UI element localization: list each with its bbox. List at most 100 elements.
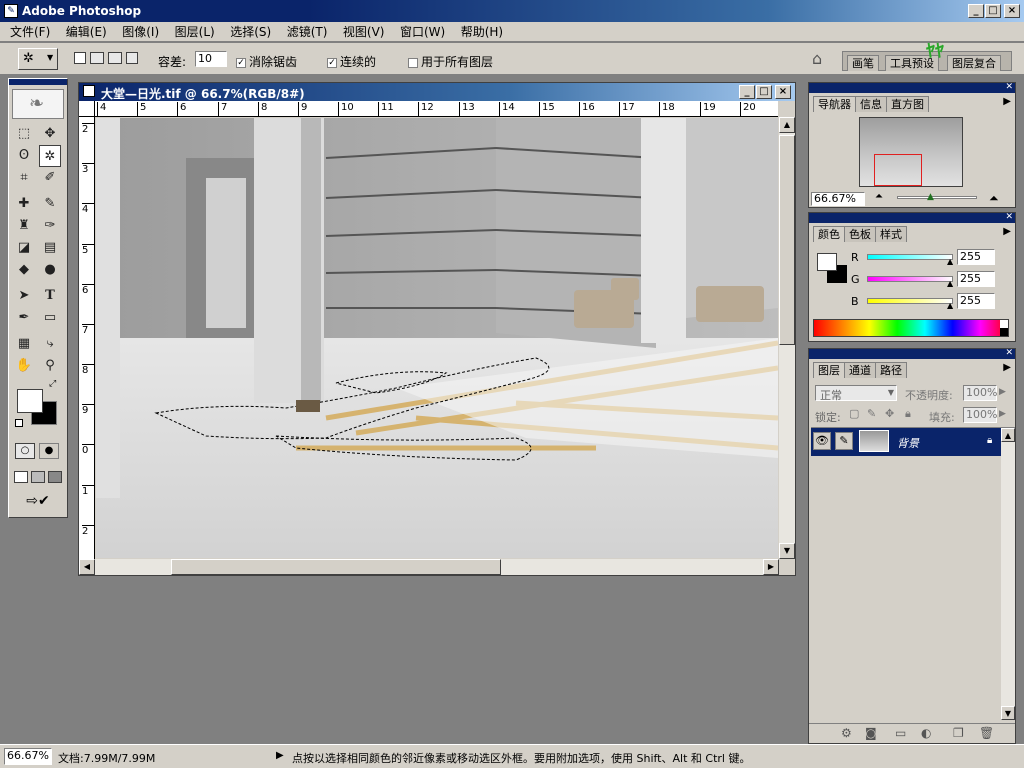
- tab-paths[interactable]: 路径: [875, 362, 907, 378]
- lock-image-icon[interactable]: ✎: [867, 407, 876, 420]
- layer-brush-icon[interactable]: ✎: [835, 432, 853, 450]
- menu-help[interactable]: 帮助(H): [455, 22, 509, 42]
- tab-styles[interactable]: 样式: [875, 226, 907, 242]
- default-colors-icon[interactable]: [15, 419, 23, 427]
- panel-close-icon[interactable]: ✕: [1005, 82, 1013, 92]
- marquee-tool-icon[interactable]: ⬚: [13, 123, 35, 145]
- shape-tool-icon[interactable]: ▭: [39, 307, 61, 329]
- menu-window[interactable]: 窗口(W): [394, 22, 451, 42]
- blend-mode-select[interactable]: 正常 ▼: [815, 385, 897, 402]
- scroll-thumb-vertical[interactable]: [779, 135, 795, 345]
- channel-b-slider[interactable]: [867, 298, 953, 304]
- close-button[interactable]: ×: [1004, 4, 1020, 18]
- hand-tool-icon[interactable]: ✋: [13, 355, 35, 377]
- channel-r-input[interactable]: 255: [957, 249, 995, 265]
- layer-row-background[interactable]: 👁︎ ✎ 背景 🔒︎: [811, 428, 1001, 456]
- healing-brush-icon[interactable]: ✚: [13, 193, 35, 215]
- navigator-zoom-slider[interactable]: [897, 196, 977, 199]
- tab-layers[interactable]: 图层: [813, 362, 845, 378]
- swap-colors-icon[interactable]: ⤢: [49, 379, 56, 389]
- blur-tool-icon[interactable]: ◆: [13, 259, 35, 281]
- channel-g-thumb[interactable]: ▲: [947, 279, 953, 288]
- color-spectrum-bar[interactable]: [813, 319, 1009, 337]
- pen-tool-icon[interactable]: ✒: [13, 307, 35, 329]
- tab-histogram[interactable]: 直方图: [886, 96, 929, 112]
- lock-all-icon[interactable]: 🔒︎: [905, 407, 911, 421]
- panel-menu-icon[interactable]: ▶: [1003, 96, 1011, 107]
- layer-mask-icon[interactable]: ◙: [865, 726, 877, 740]
- delete-layer-icon[interactable]: 🗑︎: [979, 726, 994, 740]
- tab-channels[interactable]: 通道: [844, 362, 876, 378]
- new-layer-icon[interactable]: ❐: [953, 726, 964, 740]
- zoom-tool-icon[interactable]: ⚲: [39, 355, 61, 377]
- scroll-up-button[interactable]: ▲: [779, 117, 795, 133]
- notes-tool-icon[interactable]: ▦: [13, 333, 35, 355]
- screen-mode-full-menu-icon[interactable]: [31, 471, 45, 483]
- navigator-view-box[interactable]: [874, 154, 922, 186]
- subtract-selection-icon[interactable]: [108, 52, 122, 64]
- eyedropper-tool-icon[interactable]: ⤷: [39, 333, 61, 355]
- channel-g-slider[interactable]: [867, 276, 953, 282]
- eraser-tool-icon[interactable]: ◪: [13, 237, 35, 259]
- intersect-selection-icon[interactable]: [126, 52, 138, 64]
- screen-mode-standard-icon[interactable]: [14, 471, 28, 483]
- panel-menu-icon[interactable]: ▶: [1003, 226, 1011, 237]
- magic-wand-tool-icon[interactable]: ✲: [39, 145, 61, 167]
- clone-stamp-icon[interactable]: ♜: [13, 215, 35, 237]
- spectrum-black-white[interactable]: [1000, 320, 1008, 336]
- menu-layer[interactable]: 图层(L): [169, 22, 221, 42]
- toolbox-logo[interactable]: ❧: [12, 89, 64, 119]
- minimize-button[interactable]: _: [968, 4, 984, 18]
- canvas[interactable]: [96, 118, 778, 558]
- zoom-in-icon[interactable]: ⏶: [989, 191, 999, 206]
- scroll-down-button[interactable]: ▼: [779, 543, 795, 559]
- doc-maximize-button[interactable]: □: [756, 85, 772, 99]
- tab-info[interactable]: 信息: [855, 96, 887, 112]
- color-fg-swatch[interactable]: [817, 253, 837, 271]
- channel-r-thumb[interactable]: ▲: [947, 257, 953, 266]
- layers-list-scrollbar[interactable]: ▲ ▼: [1001, 428, 1015, 720]
- tool-preset-picker[interactable]: ✲ ▼: [18, 48, 58, 70]
- crop-tool-icon[interactable]: ⌗: [13, 167, 35, 189]
- slice-tool-icon[interactable]: ✐: [39, 167, 61, 189]
- opacity-input[interactable]: 100%: [963, 385, 997, 401]
- menu-view[interactable]: 视图(V): [337, 22, 391, 42]
- tab-brushes[interactable]: 画笔: [847, 55, 879, 71]
- tolerance-input[interactable]: 10: [195, 51, 227, 67]
- maximize-button[interactable]: □: [985, 4, 1001, 18]
- status-menu-arrow-icon[interactable]: ▶: [276, 750, 284, 761]
- layers-scroll-down[interactable]: ▼: [1001, 706, 1015, 720]
- scroll-thumb-horizontal[interactable]: [171, 559, 501, 575]
- layer-style-icon[interactable]: ⚙: [841, 726, 852, 740]
- horizontal-scrollbar[interactable]: ◀ ▶: [79, 559, 779, 575]
- screen-mode-full-icon[interactable]: [48, 471, 62, 483]
- zoom-out-icon[interactable]: ⏶: [875, 191, 883, 202]
- lasso-tool-icon[interactable]: ʘ: [13, 145, 35, 167]
- channel-b-thumb[interactable]: ▲: [947, 301, 953, 310]
- tab-layer-comps[interactable]: 图层复合: [947, 55, 1001, 71]
- channel-b-input[interactable]: 255: [957, 293, 995, 309]
- quick-mask-button[interactable]: ●: [39, 443, 59, 459]
- lock-position-icon[interactable]: ✥: [885, 407, 894, 420]
- type-tool-icon[interactable]: T: [39, 285, 61, 307]
- doc-minimize-button[interactable]: _: [739, 85, 755, 99]
- status-zoom-input[interactable]: 66.67%: [4, 748, 52, 765]
- menu-file[interactable]: 文件(F): [4, 22, 56, 42]
- contiguous-checkbox[interactable]: ✓ 连续的: [327, 53, 376, 70]
- doc-close-button[interactable]: ×: [775, 85, 791, 99]
- palette-well-icon[interactable]: ⌂: [812, 49, 822, 68]
- scroll-right-button[interactable]: ▶: [763, 559, 779, 575]
- history-brush-icon[interactable]: ✑: [39, 215, 61, 237]
- new-selection-icon[interactable]: [74, 52, 86, 64]
- antialias-checkbox[interactable]: ✓ 消除锯齿: [236, 53, 297, 70]
- menu-edit[interactable]: 编辑(E): [60, 22, 113, 42]
- standard-mode-button[interactable]: ○: [15, 443, 35, 459]
- scroll-left-button[interactable]: ◀: [79, 559, 95, 575]
- tab-color[interactable]: 颜色: [813, 226, 845, 242]
- zoom-slider-thumb[interactable]: ▲: [927, 192, 934, 202]
- path-select-icon[interactable]: ➤: [13, 285, 35, 307]
- layer-visibility-eye-icon[interactable]: 👁︎: [813, 432, 831, 450]
- panel-menu-icon[interactable]: ▶: [1003, 362, 1011, 373]
- brush-tool-icon[interactable]: ✎: [39, 193, 61, 215]
- navigator-zoom-input[interactable]: 66.67%: [811, 192, 865, 206]
